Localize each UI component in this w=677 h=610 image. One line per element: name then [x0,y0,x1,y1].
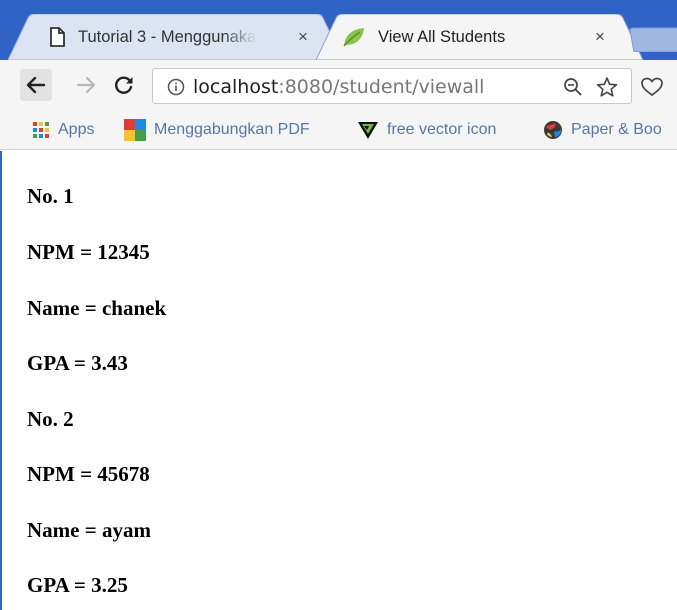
bookmarks-bar: Apps Menggabungkan PDF free vector icon … [0,110,677,150]
student-gpa: GPA = 3.25 [27,573,128,597]
tab-close-button[interactable]: × [590,26,610,48]
forward-arrow-icon [76,76,96,94]
document-icon [46,26,68,48]
globe-ball-icon [544,121,562,139]
url-text[interactable]: localhost:8080/student/viewall [193,75,484,99]
heart-icon[interactable] [640,77,664,102]
star-icon[interactable] [596,76,618,103]
student-name: Name = chanek [27,296,167,320]
new-tab-icon [629,27,677,53]
browser-toolbar: localhost:8080/student/viewall [0,60,677,110]
tab-tutorial[interactable]: Tutorial 3 - Menggunaka × [8,14,348,60]
tab-title-fade [223,26,257,48]
url-host: localhost [193,76,279,98]
tab-strip: Tutorial 3 - Menggunaka × View All Stude… [0,0,677,60]
student-npm: NPM = 12345 [27,240,150,264]
student-gpa: GPA = 3.43 [27,351,128,375]
bookmark-label: Paper & Boo [571,121,662,138]
info-icon[interactable] [167,78,185,101]
student-no: No. 2 [27,407,74,431]
address-bar[interactable]: localhost:8080/student/viewall [152,68,632,104]
bookmark-paper-boo[interactable]: Paper & Boo [543,118,662,142]
reload-button[interactable] [108,69,140,101]
forward-button[interactable] [70,69,102,101]
bookmark-label: free vector icon [387,121,497,138]
url-path: :8080/student/viewall [278,76,485,98]
bookmark-free-vector-icon[interactable]: free vector icon [357,118,496,142]
reload-icon [115,76,133,94]
student-no: No. 1 [27,184,74,208]
back-button[interactable] [20,69,52,101]
colorful-squares-icon [124,119,146,141]
bookmark-label: Apps [58,121,95,138]
back-arrow-icon [26,76,46,94]
bookmark-label: Menggabungkan PDF [154,121,310,138]
spring-leaf-icon [342,26,364,48]
vector-v-icon [358,122,378,139]
bookmark-apps[interactable]: Apps [32,118,94,142]
zoom-out-icon[interactable] [563,77,583,102]
apps-grid-icon [33,122,49,138]
student-npm: NPM = 45678 [27,462,150,486]
tab-close-button[interactable]: × [293,26,313,48]
tab-title: View All Students [378,28,506,46]
new-tab-button[interactable] [626,26,677,53]
page-content: No. 1 NPM = 12345 Name = chanek GPA = 3.… [0,151,677,610]
student-name: Name = ayam [27,518,151,542]
bookmark-menggabungkan-pdf[interactable]: Menggabungkan PDF [124,118,310,142]
tab-view-all-students[interactable]: View All Students × [316,14,648,60]
